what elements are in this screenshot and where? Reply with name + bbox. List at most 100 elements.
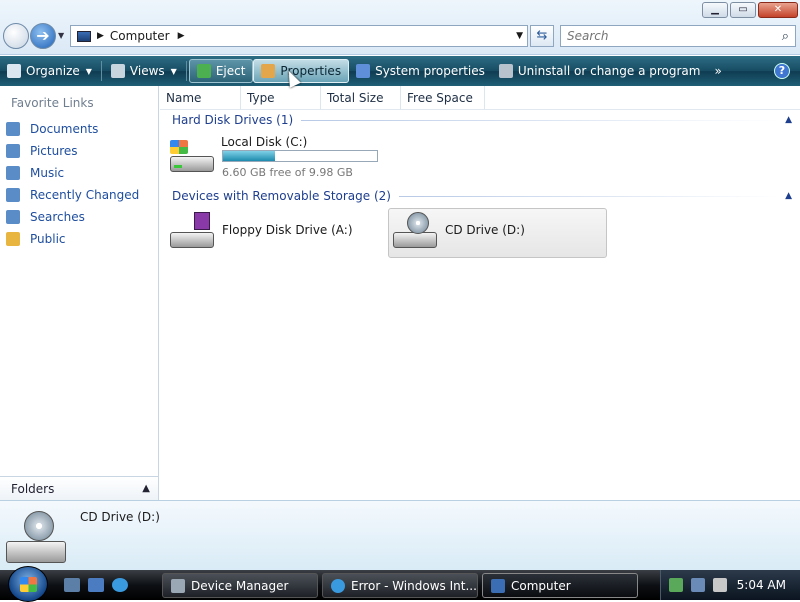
system-properties-icon <box>356 64 371 78</box>
column-headers: Name Type Total Size Free Space <box>160 86 800 110</box>
sidebar-item-searches[interactable]: Searches <box>6 206 139 228</box>
windows-logo-icon <box>20 577 37 592</box>
safely-remove-icon[interactable] <box>669 578 683 592</box>
folder-icon <box>6 232 20 246</box>
column-header-free-space[interactable]: Free Space <box>401 86 485 110</box>
breadcrumb-arrow-icon[interactable]: ▶ <box>178 31 185 41</box>
address-field[interactable]: ▶ Computer ▶ ▼ <box>70 25 528 47</box>
system-properties-button[interactable]: System properties <box>349 59 492 83</box>
sidebar-item-music[interactable]: Music <box>6 162 139 184</box>
taskbar-button-label: Device Manager <box>191 578 289 593</box>
favorite-links-list: Documents Pictures Music Recently Change… <box>6 118 139 250</box>
minimize-button[interactable]: ▁ <box>702 2 728 18</box>
floppy-drive-icon <box>168 212 216 248</box>
navigation-pane: Favorite Links Documents Pictures Music … <box>0 86 159 500</box>
music-icon <box>6 166 20 180</box>
chevron-up-icon: ▲ <box>142 483 150 494</box>
chevron-down-icon: ▼ <box>85 66 92 76</box>
details-pane: CD Drive (D:) <box>0 500 800 570</box>
computer-icon <box>77 30 91 42</box>
collapse-icon[interactable]: ▲ <box>785 191 792 201</box>
eject-button[interactable]: Eject <box>188 59 254 83</box>
breadcrumb-separator-icon[interactable]: ▶ <box>97 31 104 41</box>
device-manager-icon <box>171 578 185 593</box>
taskbar-button-device-manager[interactable]: Device Manager <box>162 573 318 598</box>
sidebar-item-public[interactable]: Public <box>6 228 139 250</box>
column-header-total-size[interactable]: Total Size <box>321 86 401 110</box>
folders-toggle[interactable]: Folders ▲ <box>0 476 158 500</box>
back-button[interactable] <box>3 23 29 49</box>
group-label: Hard Disk Drives (1) <box>172 113 294 127</box>
taskbar-button-label: Error - Windows Int... <box>351 578 477 593</box>
address-bar-area: ▁ ▭ ✕ ➔ ▼ ▶ Computer ▶ ▼ ⇆ ⌕ <box>0 0 800 55</box>
address-dropdown-icon[interactable]: ▼ <box>516 31 523 41</box>
switch-windows-icon[interactable] <box>88 578 104 592</box>
organize-label: Organize <box>26 64 80 78</box>
sidebar-item-label: Pictures <box>30 144 78 158</box>
group-divider <box>301 119 782 121</box>
searches-icon <box>6 210 20 224</box>
checkmark-icon <box>261 64 276 78</box>
network-icon[interactable] <box>691 578 705 592</box>
recent-pages-dropdown-icon[interactable]: ▼ <box>58 31 64 40</box>
forward-button[interactable]: ➔ <box>30 23 56 49</box>
search-icon[interactable]: ⌕ <box>782 29 789 44</box>
sidebar-item-label: Music <box>30 166 65 180</box>
hard-drive-icon <box>168 136 216 172</box>
start-button[interactable] <box>8 566 48 602</box>
favorite-links-heading: Favorite Links <box>11 96 94 110</box>
refresh-button[interactable]: ⇆ <box>530 25 554 47</box>
clock[interactable]: 5:04 AM <box>737 578 786 592</box>
disk-usage-fill <box>223 151 276 161</box>
recent-icon <box>6 188 20 202</box>
command-toolbar: Organize ▼ Views ▼ Eject Properties Syst… <box>0 56 800 86</box>
taskbar-button-computer[interactable]: Computer <box>482 573 638 598</box>
uninstall-program-button[interactable]: Uninstall or change a program <box>492 59 708 83</box>
column-header-name[interactable]: Name <box>160 86 241 110</box>
group-removable-storage[interactable]: Devices with Removable Storage (2) ▲ <box>172 188 792 204</box>
chevron-down-icon: ▼ <box>170 66 177 76</box>
eject-label: Eject <box>215 64 246 78</box>
drive-floppy[interactable]: Floppy Disk Drive (A:) <box>168 212 353 248</box>
maximize-button[interactable]: ▭ <box>730 2 756 18</box>
column-header-type[interactable]: Type <box>241 86 321 110</box>
pictures-icon <box>6 144 20 158</box>
organize-icon <box>7 64 21 78</box>
group-hard-disk-drives[interactable]: Hard Disk Drives (1) ▲ <box>172 112 792 128</box>
notification-area: 5:04 AM <box>660 570 800 600</box>
documents-icon <box>6 122 20 136</box>
drive-cd[interactable]: CD Drive (D:) <box>391 212 525 248</box>
sidebar-item-pictures[interactable]: Pictures <box>6 140 139 162</box>
uninstall-label: Uninstall or change a program <box>517 64 701 78</box>
volume-muted-icon[interactable] <box>713 578 727 592</box>
disk-usage-bar <box>222 150 378 162</box>
file-list-pane: Name Type Total Size Free Space Hard Dis… <box>160 86 800 500</box>
group-divider <box>398 195 782 197</box>
views-button[interactable]: Views ▼ <box>104 59 184 83</box>
help-button[interactable]: ? <box>774 63 790 79</box>
search-input[interactable] <box>567 29 767 43</box>
internet-explorer-icon[interactable] <box>112 578 128 592</box>
breadcrumb-computer[interactable]: Computer <box>110 29 170 43</box>
folders-label: Folders <box>11 481 55 496</box>
collapse-icon[interactable]: ▲ <box>785 115 792 125</box>
organize-button[interactable]: Organize ▼ <box>0 59 99 83</box>
drive-name: CD Drive (D:) <box>445 223 525 237</box>
sidebar-item-recently-changed[interactable]: Recently Changed <box>6 184 139 206</box>
details-title: CD Drive (D:) <box>80 510 160 524</box>
taskbar-button-ie-error[interactable]: Error - Windows Int... <box>322 573 478 598</box>
show-desktop-icon[interactable] <box>64 578 80 592</box>
taskbar-button-label: Computer <box>511 578 571 593</box>
properties-button[interactable]: Properties <box>253 59 350 83</box>
drive-name: Floppy Disk Drive (A:) <box>222 223 353 237</box>
more-commands-button[interactable]: » <box>707 59 728 83</box>
computer-icon <box>491 578 505 593</box>
search-box[interactable]: ⌕ <box>560 25 796 47</box>
cd-drive-icon <box>4 511 70 563</box>
sidebar-item-documents[interactable]: Documents <box>6 118 139 140</box>
drive-local-disk[interactable] <box>168 136 216 172</box>
close-button[interactable]: ✕ <box>758 2 798 18</box>
drive-free-space-text: 6.60 GB free of 9.98 GB <box>222 166 353 179</box>
caption-buttons: ▁ ▭ ✕ <box>702 2 798 18</box>
programs-icon <box>498 64 513 78</box>
